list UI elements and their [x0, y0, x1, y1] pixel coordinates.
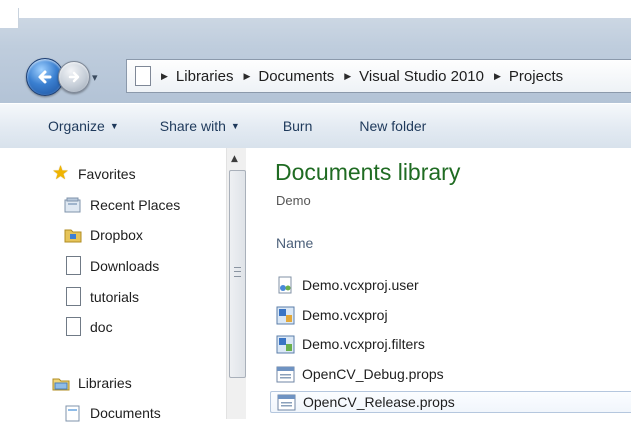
nav-item-libraries[interactable]: Libraries	[52, 374, 132, 392]
dropbox-folder-icon	[64, 226, 82, 244]
nav-item-dropbox[interactable]: Dropbox	[64, 226, 143, 244]
nav-item-doc[interactable]: doc	[64, 317, 113, 336]
file-item[interactable]: Demo.vcxproj.user	[276, 274, 419, 296]
documents-library-icon	[64, 404, 82, 422]
chevron-down-icon[interactable]: ▼	[231, 121, 240, 131]
document-icon	[66, 256, 81, 275]
organize-button[interactable]: Organize ▼	[48, 118, 119, 134]
file-item[interactable]: Demo.vcxproj	[276, 304, 388, 326]
title-bar-area	[0, 0, 631, 18]
props-file-icon	[277, 393, 296, 412]
nav-item-recent-places[interactable]: Recent Places	[64, 196, 180, 214]
chevron-right-icon[interactable]: ▶	[243, 71, 250, 82]
nav-item-downloads[interactable]: Downloads	[64, 256, 159, 275]
command-toolbar: Organize ▼ Share with ▼ Burn New folder	[0, 103, 631, 149]
file-item[interactable]: OpenCV_Debug.props	[276, 363, 444, 385]
filters-file-icon	[276, 335, 295, 354]
column-header-name[interactable]: Name	[276, 235, 313, 251]
breadcrumb-libraries[interactable]: ▶ Libraries	[151, 68, 233, 85]
breadcrumb-documents[interactable]: ▶ Documents	[233, 68, 334, 85]
content-pane: Documents library Demo Name Demo.vcxproj…	[246, 148, 631, 419]
navigation-scrollbar[interactable]: ▲	[226, 148, 246, 419]
folder-icon	[135, 66, 151, 86]
recent-pages-chevron-icon[interactable]: ▾	[92, 71, 98, 84]
star-icon: ★	[52, 163, 70, 184]
chevron-down-icon[interactable]: ▼	[110, 121, 119, 131]
nav-item-documents[interactable]: Documents	[64, 404, 161, 422]
back-arrow-icon	[38, 70, 52, 84]
forward-arrow-icon	[68, 71, 80, 83]
chevron-right-icon[interactable]: ▶	[344, 71, 351, 82]
address-bar[interactable]: ▶ Libraries ▶ Documents ▶ Visual Studio 201…	[126, 59, 631, 93]
share-with-button[interactable]: Share with ▼	[160, 118, 240, 134]
library-title: Documents library	[275, 159, 461, 185]
navigation-buttons: ▾	[26, 58, 98, 96]
burn-button[interactable]: Burn	[283, 118, 313, 134]
grip-icon	[234, 267, 241, 277]
library-subtitle: Demo	[276, 193, 311, 208]
document-icon	[66, 317, 81, 336]
props-file-icon	[276, 365, 295, 384]
file-item-selected[interactable]: OpenCV_Release.props	[270, 391, 631, 413]
window-corner	[0, 8, 19, 28]
chevron-right-icon[interactable]: ▶	[494, 71, 501, 82]
recent-places-icon	[64, 196, 82, 214]
nav-item-favorites[interactable]: ★ Favorites	[52, 163, 136, 184]
libraries-icon	[52, 374, 70, 392]
forward-button[interactable]	[58, 61, 90, 93]
navigation-pane: ★ Favorites Recent Places Dropbox Downlo…	[0, 148, 227, 422]
scroll-up-arrow-icon[interactable]: ▲	[231, 154, 238, 164]
chevron-right-icon[interactable]: ▶	[161, 71, 168, 82]
scrollbar-thumb[interactable]	[229, 170, 246, 378]
window-chrome: ▾ ▶ Libraries ▶ Documents ▶ Visual Studio 2…	[0, 0, 631, 103]
document-icon	[66, 287, 81, 306]
breadcrumb-projects[interactable]: ▶ Projects	[484, 68, 563, 85]
file-item[interactable]: Demo.vcxproj.filters	[276, 333, 425, 355]
breadcrumb-visual-studio-2010[interactable]: ▶ Visual Studio 2010	[334, 68, 484, 85]
new-folder-button[interactable]: New folder	[359, 118, 426, 134]
user-file-icon	[276, 276, 295, 295]
vcxproj-file-icon	[276, 306, 295, 325]
nav-item-tutorials[interactable]: tutorials	[64, 287, 139, 306]
